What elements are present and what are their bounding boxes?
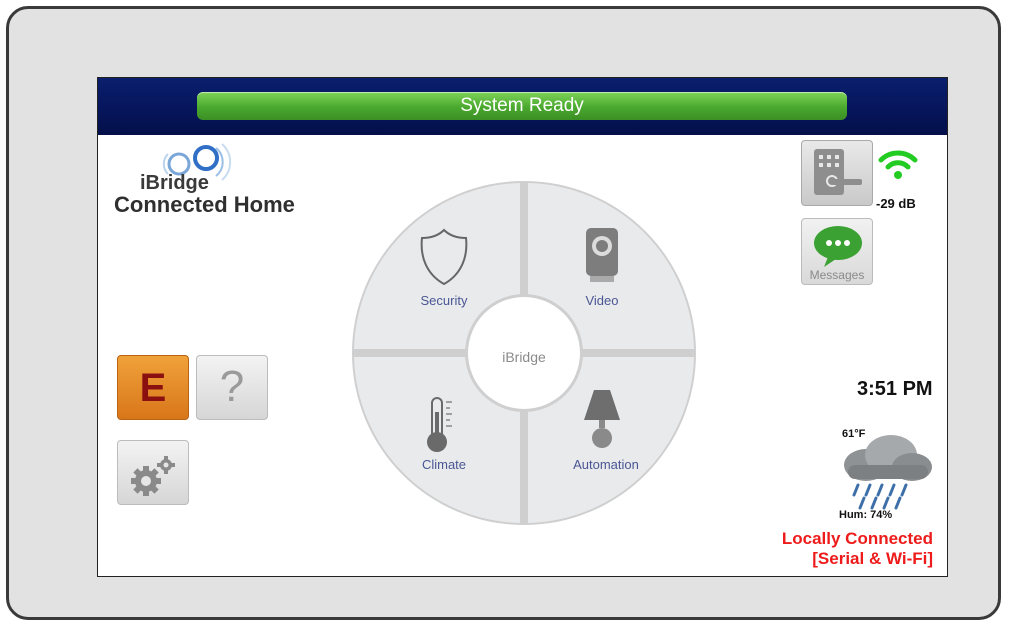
security-label: Security xyxy=(421,293,468,308)
gear-icon xyxy=(131,456,175,496)
humidity-readout: Hum: 74% xyxy=(839,509,893,521)
climate-label: Climate xyxy=(422,457,466,472)
messages-button[interactable]: Messages xyxy=(801,218,873,285)
wifi-icon xyxy=(878,150,918,179)
messages-label: Messages xyxy=(809,268,865,282)
chat-bubble-icon xyxy=(814,226,862,267)
e-button[interactable]: E xyxy=(117,355,189,420)
temperature-readout: 61°F xyxy=(842,428,866,440)
ibridge-logo: iBridge Connected Home xyxy=(106,143,296,224)
header-bar: System Ready xyxy=(98,78,947,135)
keypad-button[interactable] xyxy=(801,140,873,206)
connection-status: Locally Connected [Serial & Wi-Fi] xyxy=(782,529,933,569)
video-label: Video xyxy=(585,293,618,308)
signal-strength: -29 dB xyxy=(876,196,916,211)
help-button[interactable]: ? xyxy=(196,355,268,420)
connection-status-line2: [Serial & Wi-Fi] xyxy=(812,549,933,568)
camera-icon xyxy=(586,228,618,282)
device-frame: System Ready iBridge Connected Home E ? xyxy=(6,6,1001,620)
logo-subtitle: Connected Home xyxy=(114,192,295,217)
center-logo-text: iBridge xyxy=(502,349,546,365)
clock-time: 3:51 PM xyxy=(857,378,933,400)
main-menu-wheel: Security Video Climate Automation iBridg… xyxy=(352,181,696,525)
automation-label: Automation xyxy=(573,457,639,472)
system-status-bar[interactable]: System Ready xyxy=(197,92,847,120)
touch-screen: System Ready iBridge Connected Home E ? xyxy=(97,77,948,577)
connection-status-line1: Locally Connected xyxy=(781,529,933,548)
keypad-icon xyxy=(814,149,862,195)
settings-button[interactable] xyxy=(117,440,189,505)
